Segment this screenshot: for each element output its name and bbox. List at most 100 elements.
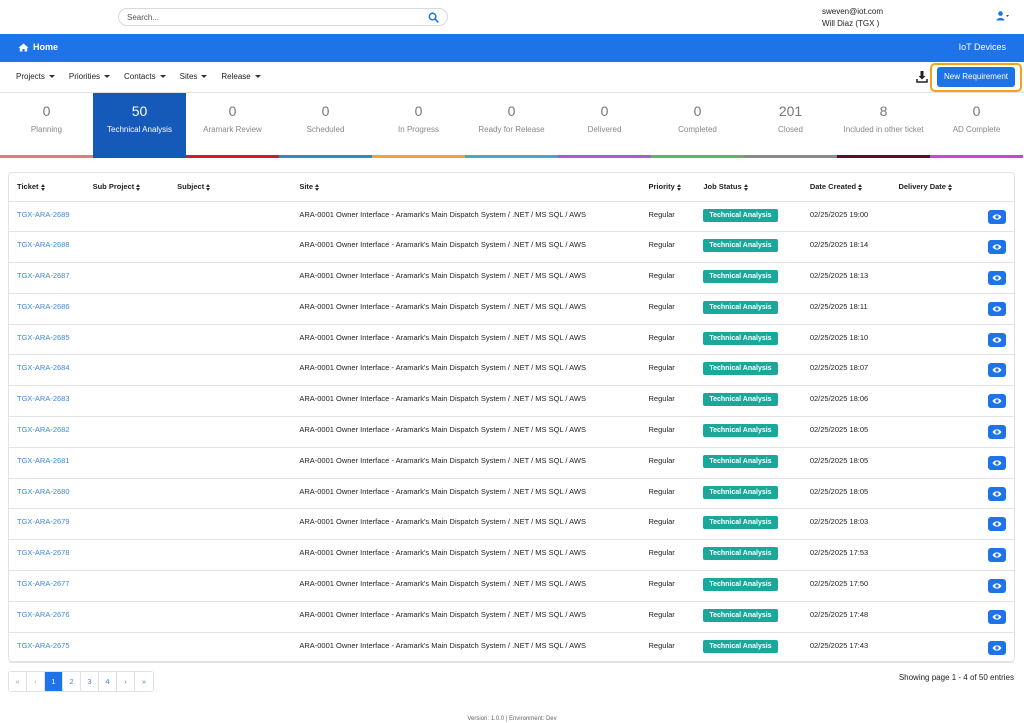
eye-icon bbox=[992, 275, 1002, 281]
page-2-button[interactable]: 2 bbox=[63, 672, 81, 691]
tile-ready-for-release[interactable]: 0 Ready for Release bbox=[465, 93, 558, 158]
eye-icon bbox=[992, 306, 1002, 312]
download-icon[interactable] bbox=[914, 68, 930, 86]
ticket-link[interactable]: TGX-ARA-2675 bbox=[9, 632, 85, 664]
col-priority[interactable]: Priority bbox=[640, 173, 696, 202]
ticket-link[interactable]: TGX-ARA-2682 bbox=[9, 416, 85, 448]
ticket-link[interactable]: TGX-ARA-2685 bbox=[9, 324, 85, 356]
ticket-link[interactable]: TGX-ARA-2683 bbox=[9, 385, 85, 418]
tile-scheduled[interactable]: 0 Scheduled bbox=[279, 93, 372, 158]
nav-release[interactable]: Release bbox=[221, 72, 261, 81]
table-row: TGX-ARA-2686 ARA-0001 Owner Interface - A… bbox=[9, 293, 1014, 325]
tile-technical-analysis[interactable]: 50 Technical Analysis bbox=[93, 93, 186, 158]
nav-contacts[interactable]: Contacts bbox=[124, 72, 166, 81]
new-requirement-button[interactable]: New Requirement bbox=[937, 67, 1015, 87]
col-subject[interactable]: Subject bbox=[169, 173, 292, 202]
tile-color-bar bbox=[93, 155, 186, 158]
site-cell: ARA-0001 Owner Interface - Aramark's Mai… bbox=[291, 416, 641, 448]
page-4-button[interactable]: 4 bbox=[99, 672, 117, 691]
view-button[interactable] bbox=[988, 548, 1006, 563]
nav-sites[interactable]: Sites bbox=[180, 72, 208, 81]
page-prev-button[interactable]: ‹ bbox=[27, 672, 45, 691]
delivery-date-cell bbox=[890, 385, 980, 418]
view-button[interactable] bbox=[988, 301, 1006, 316]
col-site[interactable]: Site bbox=[291, 173, 641, 202]
view-button[interactable] bbox=[988, 425, 1006, 440]
view-button[interactable] bbox=[988, 640, 1006, 655]
page-next-button[interactable]: › bbox=[117, 672, 135, 691]
header-label: Date Created bbox=[809, 182, 857, 192]
view-button[interactable] bbox=[988, 609, 1006, 624]
col-ticket[interactable]: Ticket bbox=[9, 173, 85, 202]
ticket-link[interactable]: TGX-ARA-2681 bbox=[9, 447, 85, 479]
view-button[interactable] bbox=[988, 517, 1006, 532]
priority-cell: Regular bbox=[640, 478, 696, 510]
tile-included-in-other-ticket[interactable]: 8 Included in other ticket bbox=[837, 93, 930, 158]
ticket-link[interactable]: TGX-ARA-2684 bbox=[9, 354, 85, 387]
table-row: TGX-ARA-2688 ARA-0001 Owner Interface - A… bbox=[9, 231, 1014, 264]
tile-ad-complete[interactable]: 0 AD Complete bbox=[930, 93, 1023, 158]
priority-cell: Regular bbox=[640, 354, 696, 387]
tile-color-bar bbox=[372, 155, 465, 158]
view-button[interactable] bbox=[988, 271, 1006, 286]
nav-bar: Projects Priorities Contacts Sites Relea… bbox=[0, 62, 1024, 93]
ticket-link[interactable]: TGX-ARA-2689 bbox=[9, 201, 85, 233]
tile-planning[interactable]: 0 Planning bbox=[0, 93, 93, 158]
ticket-link[interactable]: TGX-ARA-2686 bbox=[9, 293, 85, 325]
home-link[interactable]: Home bbox=[18, 42, 58, 52]
view-button[interactable] bbox=[988, 240, 1006, 255]
page-first-button[interactable]: « bbox=[9, 672, 27, 691]
status-badge: Technical Analysis bbox=[703, 424, 778, 438]
page-3-button[interactable]: 3 bbox=[81, 672, 99, 691]
ticket-link[interactable]: TGX-ARA-2678 bbox=[9, 539, 85, 572]
tile-delivered[interactable]: 0 Delivered bbox=[558, 93, 651, 158]
actions-cell bbox=[980, 201, 1014, 233]
page-1-button[interactable]: 1 bbox=[45, 672, 63, 691]
view-button[interactable] bbox=[988, 455, 1006, 470]
sub-project-cell bbox=[84, 447, 170, 479]
sort-icon bbox=[315, 183, 320, 191]
subject-cell bbox=[169, 478, 292, 510]
date-created-cell: 02/25/2025 18:07 bbox=[801, 354, 891, 387]
sort-icon bbox=[858, 183, 863, 191]
ticket-link[interactable]: TGX-ARA-2679 bbox=[9, 508, 85, 541]
tile-completed[interactable]: 0 Completed bbox=[651, 93, 744, 158]
view-button[interactable] bbox=[988, 332, 1006, 347]
sub-project-cell bbox=[84, 354, 170, 387]
ticket-link[interactable]: TGX-ARA-2676 bbox=[9, 601, 85, 633]
user-email: sweven@iot.com bbox=[822, 7, 884, 16]
view-button[interactable] bbox=[988, 486, 1006, 501]
search-input[interactable] bbox=[127, 12, 417, 23]
tile-color-bar bbox=[279, 155, 372, 158]
search-box[interactable] bbox=[118, 8, 448, 26]
priority-cell: Regular bbox=[640, 231, 696, 264]
tile-label: AD Complete bbox=[952, 125, 1001, 134]
view-button[interactable] bbox=[988, 363, 1006, 378]
sub-project-cell bbox=[84, 231, 170, 264]
job-status-cell: Technical Analysis bbox=[695, 601, 802, 633]
search-icon[interactable] bbox=[428, 12, 439, 23]
priority-cell: Regular bbox=[640, 293, 696, 325]
tile-in-progress[interactable]: 0 In Progress bbox=[372, 93, 465, 158]
col-delivery-date[interactable]: Delivery Date bbox=[890, 173, 980, 202]
nav-projects[interactable]: Projects bbox=[16, 72, 55, 81]
job-status-cell: Technical Analysis bbox=[695, 478, 802, 510]
col-sub-project[interactable]: Sub Project bbox=[84, 173, 170, 202]
tile-aramark-review[interactable]: 0 Aramark Review bbox=[186, 93, 279, 158]
col-job-status[interactable]: Job Status bbox=[695, 173, 802, 202]
ticket-link[interactable]: TGX-ARA-2677 bbox=[9, 570, 85, 602]
nav-priorities[interactable]: Priorities bbox=[69, 72, 111, 81]
page-last-button[interactable]: » bbox=[135, 672, 153, 691]
tile-count: 0 bbox=[972, 103, 981, 119]
user-icon[interactable] bbox=[996, 11, 1010, 21]
ticket-link[interactable]: TGX-ARA-2680 bbox=[9, 478, 85, 510]
view-button[interactable] bbox=[988, 394, 1006, 409]
ticket-link[interactable]: TGX-ARA-2688 bbox=[9, 231, 85, 264]
col-date-created[interactable]: Date Created bbox=[801, 173, 891, 202]
tile-label: In Progress bbox=[398, 125, 439, 134]
tile-closed[interactable]: 201 Closed bbox=[744, 93, 837, 158]
view-button[interactable] bbox=[988, 579, 1006, 594]
view-button[interactable] bbox=[988, 209, 1006, 224]
app-title: IoT Devices bbox=[958, 42, 1006, 52]
ticket-link[interactable]: TGX-ARA-2687 bbox=[9, 262, 85, 294]
